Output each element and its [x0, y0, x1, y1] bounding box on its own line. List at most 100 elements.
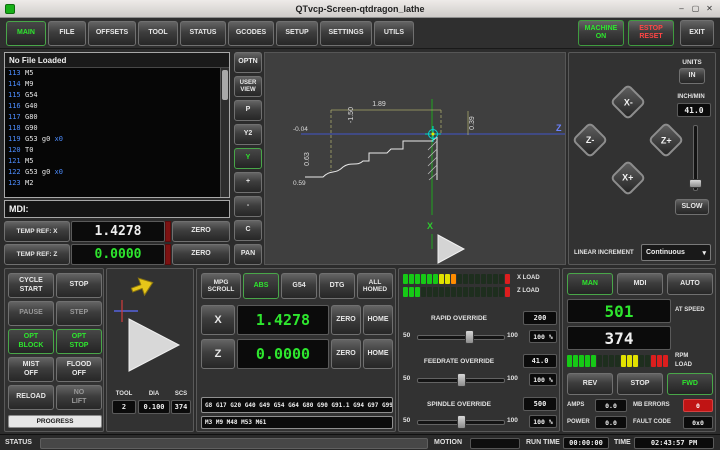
tool-number-value: 2	[112, 400, 136, 414]
gcode-line[interactable]: 119G53 g0 x0	[5, 134, 220, 145]
maximize-icon[interactable]: ▢	[689, 2, 702, 15]
cycle-start-button[interactable]: CYCLE START	[8, 273, 54, 298]
view-c-button[interactable]: C	[234, 220, 262, 241]
gcode-line-list: 113M5114M9115G54116G40117G80118G90119G53…	[5, 68, 220, 197]
mode-auto-button[interactable]: AUTO	[667, 273, 713, 295]
x-homed-indicator	[165, 221, 171, 242]
stop-button[interactable]: STOP	[56, 273, 102, 298]
jog-x-minus-button[interactable]: X-	[610, 84, 647, 121]
mdi-entry[interactable]: MDI:	[4, 200, 230, 218]
minimize-icon[interactable]: –	[675, 2, 688, 15]
gcode-line[interactable]: 118G90	[5, 123, 220, 134]
home-z-axis-button[interactable]: HOME	[363, 339, 393, 369]
pause-button[interactable]: PAUSE	[8, 301, 54, 326]
gcode-line[interactable]: 117G80	[5, 112, 220, 123]
feedrate-override-slider-handle[interactable]	[457, 373, 466, 387]
spindle-override-slider-handle[interactable]	[457, 415, 466, 429]
axis-x-button[interactable]: X	[201, 305, 235, 335]
tab-setup[interactable]: SETUP	[276, 21, 318, 46]
gcode-line[interactable]: 122G53 g0 x0	[5, 167, 220, 178]
gcode-scrollbar-thumb[interactable]	[222, 70, 228, 100]
tab-tool[interactable]: TOOL	[138, 21, 178, 46]
zoom-in-button[interactable]: +	[234, 172, 262, 193]
gcode-file-viewer[interactable]: No File Loaded 113M5114M9115G54116G40117…	[4, 52, 230, 198]
gcode-line[interactable]: 113M5	[5, 68, 220, 79]
rapid-override-slider[interactable]	[417, 335, 505, 340]
gcode-line[interactable]: 116G40	[5, 101, 220, 112]
all-homed-button[interactable]: ALL HOMED	[357, 273, 393, 299]
mode-mdi-button[interactable]: MDI	[617, 273, 663, 295]
spindle-panel: MAN MDI AUTO 501 AT SPEED 374 RPM LOAD R…	[562, 268, 716, 432]
tab-gcodes[interactable]: GCODES	[228, 21, 274, 46]
tab-file[interactable]: FILE	[48, 21, 86, 46]
spindle-stop-button[interactable]: STOP	[617, 373, 663, 395]
abs-button[interactable]: ABS	[243, 273, 279, 299]
load-label: LOAD	[675, 362, 692, 368]
zero-z-axis-button[interactable]: ZERO	[331, 339, 361, 369]
close-icon[interactable]: ✕	[703, 2, 716, 15]
gcode-line[interactable]: 123M2	[5, 178, 220, 189]
jog-rate-slider-handle[interactable]	[689, 179, 702, 188]
led-segment	[403, 274, 408, 284]
jog-z-plus-button[interactable]: Z+	[648, 122, 685, 159]
no-lift-button[interactable]: NO LIFT	[56, 385, 102, 410]
gcode-line[interactable]: 120T0	[5, 145, 220, 156]
gremlin-preview[interactable]: Z X 1.89 -1.50 0.39	[264, 52, 566, 265]
tab-status[interactable]: STATUS	[180, 21, 226, 46]
slow-button[interactable]: SLOW	[675, 199, 709, 215]
gcode-scrollbar[interactable]	[220, 68, 229, 197]
linear-increment-select[interactable]: Continuous ▾	[641, 244, 711, 261]
view-optn-button[interactable]: OPTN	[234, 52, 262, 73]
mist-button[interactable]: MIST OFF	[8, 357, 54, 382]
exit-button[interactable]: EXIT	[680, 20, 714, 46]
view-pan-button[interactable]: PAN	[234, 244, 262, 265]
feedrate-max-label: 100	[507, 375, 518, 382]
zoom-out-button[interactable]: -	[234, 196, 262, 217]
led-segment	[663, 355, 668, 367]
zero-z-button[interactable]: ZERO	[172, 244, 230, 265]
machine-on-button[interactable]: MACHINE ON	[578, 20, 624, 46]
dim-left-dia-label: 0.59	[293, 180, 306, 187]
gcode-line[interactable]: 121M5	[5, 156, 220, 167]
home-x-axis-button[interactable]: HOME	[363, 305, 393, 335]
zero-x-axis-button[interactable]: ZERO	[331, 305, 361, 335]
view-y2-button[interactable]: Y2	[234, 124, 262, 145]
step-button[interactable]: STEP	[56, 301, 102, 326]
temp-ref-z-value: 0.0000	[71, 244, 165, 265]
tab-utils[interactable]: UTILS	[374, 21, 414, 46]
led-segment	[499, 274, 504, 284]
tab-settings[interactable]: SETTINGS	[320, 21, 372, 46]
led-segment	[409, 274, 414, 284]
view-y-button[interactable]: Y	[234, 148, 262, 169]
opt-block-button[interactable]: OPT BLOCK	[8, 329, 54, 354]
cycle-panel: CYCLE START STOP PAUSE STEP OPT BLOCK OP…	[4, 268, 104, 432]
flood-button[interactable]: FLOOD OFF	[56, 357, 102, 382]
led-segment	[633, 355, 638, 367]
tab-main[interactable]: MAIN	[6, 21, 46, 46]
view-user-view-button[interactable]: USER VIEW	[234, 76, 262, 97]
reload-button[interactable]: RELOAD	[8, 385, 54, 410]
rapid-override-slider-handle[interactable]	[465, 330, 474, 344]
spindle-rev-button[interactable]: REV	[567, 373, 613, 395]
opt-stop-button[interactable]: OPT STOP	[56, 329, 102, 354]
tab-offsets[interactable]: OFFSETS	[88, 21, 136, 46]
mode-man-button[interactable]: MAN	[567, 273, 613, 295]
jog-x-plus-button[interactable]: X+	[610, 160, 647, 197]
view-p-button[interactable]: P	[234, 100, 262, 121]
dtg-button[interactable]: DTG	[319, 273, 355, 299]
mpg-scroll-button[interactable]: MPG SCROLL	[201, 273, 241, 299]
led-segment	[621, 355, 626, 367]
axis-z-button[interactable]: Z	[201, 339, 235, 369]
zero-x-button[interactable]: ZERO	[172, 221, 230, 242]
units-toggle-button[interactable]: IN	[679, 68, 705, 84]
g54-button[interactable]: G54	[281, 273, 317, 299]
led-segment	[567, 355, 572, 367]
gcode-line[interactable]: 115G54	[5, 90, 220, 101]
led-segment	[499, 287, 504, 297]
gcode-line[interactable]: 114M9	[5, 79, 220, 90]
scs-label: SCS	[171, 391, 191, 397]
jog-z-minus-button[interactable]: Z-	[572, 122, 609, 159]
spindle-override-value: 500	[523, 397, 557, 411]
spindle-fwd-button[interactable]: FWD	[667, 373, 713, 395]
estop-reset-button[interactable]: ESTOP RESET	[628, 20, 674, 46]
